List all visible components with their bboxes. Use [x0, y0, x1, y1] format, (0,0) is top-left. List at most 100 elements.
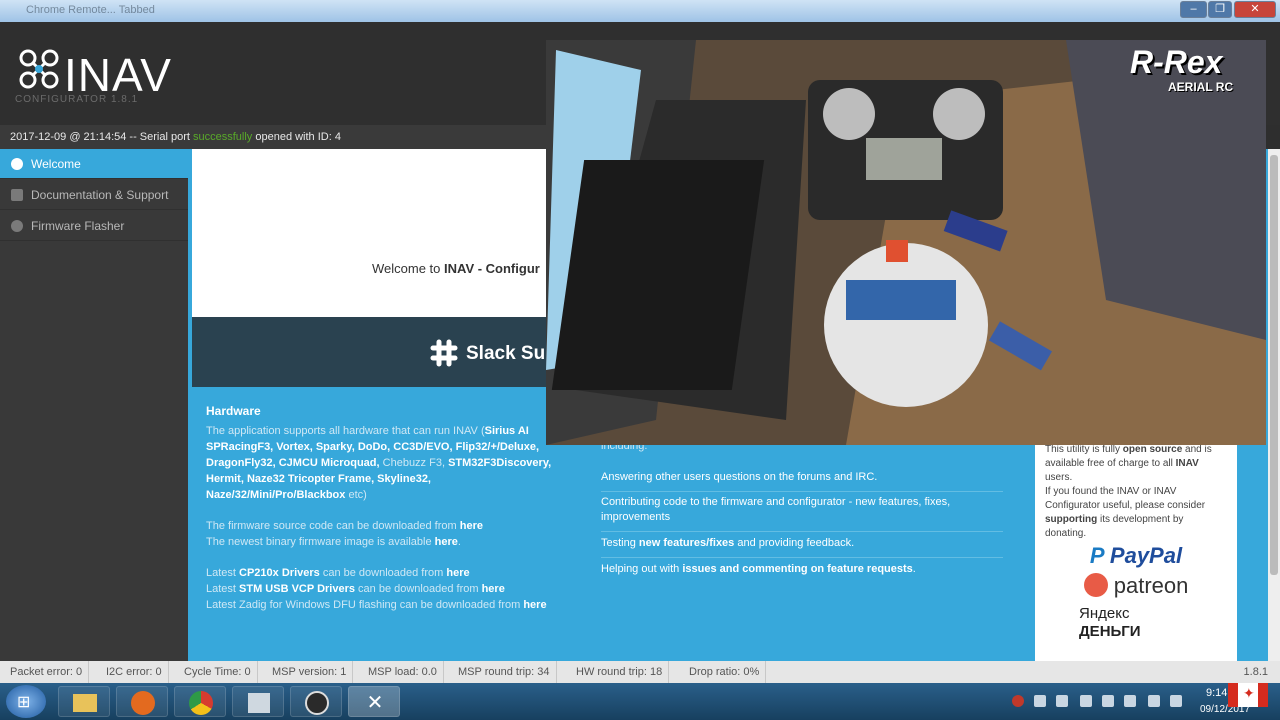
tray-icon[interactable]: [1102, 695, 1114, 707]
log-bar: 2017-12-09 @ 21:14:54 -- Serial port suc…: [0, 125, 548, 149]
scrollbar-thumb[interactable]: [1270, 155, 1278, 575]
contribute-item-2: Contributing code to the firmware and co…: [601, 495, 1003, 532]
firefox-icon: [131, 691, 155, 715]
donate-line-6: supporting its development by: [1045, 514, 1184, 525]
contribute-item-3: Testing new features/fixes and providing…: [601, 536, 1003, 558]
yandex-button[interactable]: Яндекс ДЕНЬГИ: [1045, 605, 1227, 641]
paypal-icon: P: [1089, 543, 1104, 568]
rrex-watermark: R-Rex: [1130, 44, 1223, 80]
donate-line-3: users.: [1045, 472, 1073, 483]
log-prefix: 2017-12-09 @ 21:14:54 -- Serial port: [10, 131, 193, 143]
firmware-binary-line: The newest binary firmware image is avai…: [206, 536, 461, 548]
sidebar-item-label: Welcome: [31, 157, 81, 171]
firmware-binary-link[interactable]: here: [435, 536, 458, 548]
status-i2c-error: I2C error: 0: [100, 661, 169, 683]
patreon-icon: [1083, 573, 1108, 597]
maximize-button[interactable]: ❐: [1208, 1, 1232, 18]
app-version: CONFIGURATOR 1.8.1: [15, 94, 139, 105]
zadig-line: Latest Zadig for Windows DFU flashing ca…: [206, 599, 547, 611]
sidebar-item-firmware-flasher[interactable]: Firmware Flasher: [0, 211, 188, 241]
zadig-link[interactable]: here: [523, 599, 546, 611]
hardware-line-1: The application supports all hardware th…: [206, 425, 529, 437]
sidebar-item-documentation[interactable]: Documentation & Support: [0, 180, 188, 210]
donate-line-4: If you found the INAV or INAV: [1045, 486, 1177, 497]
status-drop-ratio: Drop ratio: 0%: [683, 661, 767, 683]
taskbar-app[interactable]: [232, 686, 284, 717]
sidebar: Welcome Documentation & Support Firmware…: [0, 149, 188, 661]
quadcopter-logo-icon: [19, 49, 59, 89]
donate-line-1: This utility is fully open source and is: [1045, 444, 1212, 455]
stm-vcp-link[interactable]: here: [482, 583, 505, 595]
taskbar-obs[interactable]: [290, 686, 342, 717]
rrex-watermark-sub: AERIAL RC: [1168, 80, 1234, 94]
log-success: successfully: [193, 131, 253, 143]
welcome-panel: [192, 149, 548, 317]
status-packet-error: Packet error: 0: [4, 661, 90, 683]
network-icon[interactable]: [1148, 695, 1160, 707]
firmware-source-line: The firmware source code can be download…: [206, 520, 483, 532]
taskbar: ⊞ ✕ 9:14 09/12/2017 ✦: [0, 683, 1280, 720]
canada-flag-icon: ✦: [1228, 683, 1268, 707]
video-overlay: R-Rex AERIAL RC: [546, 40, 1266, 445]
home-icon: [11, 158, 23, 170]
status-msp-load: MSP load: 0.0: [362, 661, 444, 683]
scrollbar[interactable]: [1268, 149, 1280, 661]
hardware-line-3: DragonFly32, CJMCU Microquad, Chebuzz F3…: [206, 457, 552, 469]
document-icon: [11, 189, 23, 201]
donate-line-7: donating.: [1045, 528, 1087, 539]
slack-support-label: Slack Sup: [466, 343, 557, 364]
hardware-line-2: SPRacingF3, Vortex, Sparky, DoDo, CC3D/E…: [206, 441, 540, 453]
taskbar-explorer[interactable]: [58, 686, 110, 717]
log-suffix: opened with ID: 4: [252, 131, 341, 143]
close-button[interactable]: ✕: [1234, 1, 1276, 18]
status-version: 1.8.1: [1243, 666, 1268, 678]
welcome-prefix: Welcome to: [372, 261, 445, 276]
welcome-title: INAV - Configur: [444, 261, 540, 276]
window-titlebar: Chrome Remote... Tabbed – ❐ ✕: [0, 0, 1280, 22]
cp210x-line: Latest CP210x Drivers can be downloaded …: [206, 567, 470, 579]
tray-icon[interactable]: [1080, 695, 1092, 707]
status-bar: Packet error: 0 I2C error: 0 Cycle Time:…: [0, 661, 1280, 683]
sidebar-item-label: Firmware Flasher: [31, 219, 125, 233]
tray-icon[interactable]: [1124, 695, 1136, 707]
status-hw-round-trip: HW round trip: 18: [570, 661, 670, 683]
contribute-item-4: Helping out with issues and commenting o…: [601, 563, 916, 575]
status-msp-round-trip: MSP round trip: 34: [452, 661, 557, 683]
paypal-button[interactable]: P PayPal: [1045, 545, 1227, 567]
obs-icon: [305, 691, 329, 715]
tray-icon[interactable]: [1056, 695, 1068, 707]
sidebar-item-welcome[interactable]: Welcome: [0, 149, 188, 179]
gear-icon: [11, 220, 23, 232]
folder-icon: [73, 694, 97, 712]
volume-icon[interactable]: [1170, 695, 1182, 707]
contribute-item-1: Answering other users questions on the f…: [601, 470, 1003, 492]
donate-box: This utility is fully open source and is…: [1035, 437, 1237, 661]
status-msp-version: MSP version: 1: [266, 661, 354, 683]
tray-icon[interactable]: [1034, 695, 1046, 707]
hardware-heading: Hardware: [206, 404, 261, 418]
clock-time[interactable]: 9:14: [1206, 687, 1227, 699]
patreon-button[interactable]: patreon: [1045, 573, 1227, 597]
status-cycle-time: Cycle Time: 0: [178, 661, 258, 683]
minimize-button[interactable]: –: [1180, 1, 1207, 18]
start-button[interactable]: ⊞: [6, 685, 46, 718]
window-icon: [248, 693, 270, 713]
windows-logo-icon: ⊞: [17, 694, 31, 711]
donate-line-2: available free of charge to all INAV: [1045, 458, 1199, 469]
window-title: Chrome Remote... Tabbed: [26, 4, 155, 16]
tray-icon[interactable]: [1012, 695, 1024, 707]
donate-line-5: Configurator useful, please consider: [1045, 500, 1206, 511]
chrome-icon: [189, 691, 213, 715]
taskbar-firefox[interactable]: [116, 686, 168, 717]
hardware-line-5: Naze/32/Mini/Pro/Blackbox etc): [206, 489, 367, 501]
inav-icon: ✕: [366, 692, 384, 714]
slack-icon: [430, 339, 458, 367]
firmware-source-link[interactable]: here: [460, 520, 483, 532]
welcome-text: Welcome to INAV - Configur: [372, 261, 540, 276]
taskbar-chrome[interactable]: [174, 686, 226, 717]
webcam-footage-image: [546, 40, 1266, 445]
cp210x-link[interactable]: here: [446, 567, 469, 579]
taskbar-inav[interactable]: ✕: [348, 686, 400, 717]
hardware-line-4: Hermit, Naze32 Tricopter Frame, Skyline3…: [206, 473, 431, 485]
sidebar-item-label: Documentation & Support: [31, 188, 169, 202]
